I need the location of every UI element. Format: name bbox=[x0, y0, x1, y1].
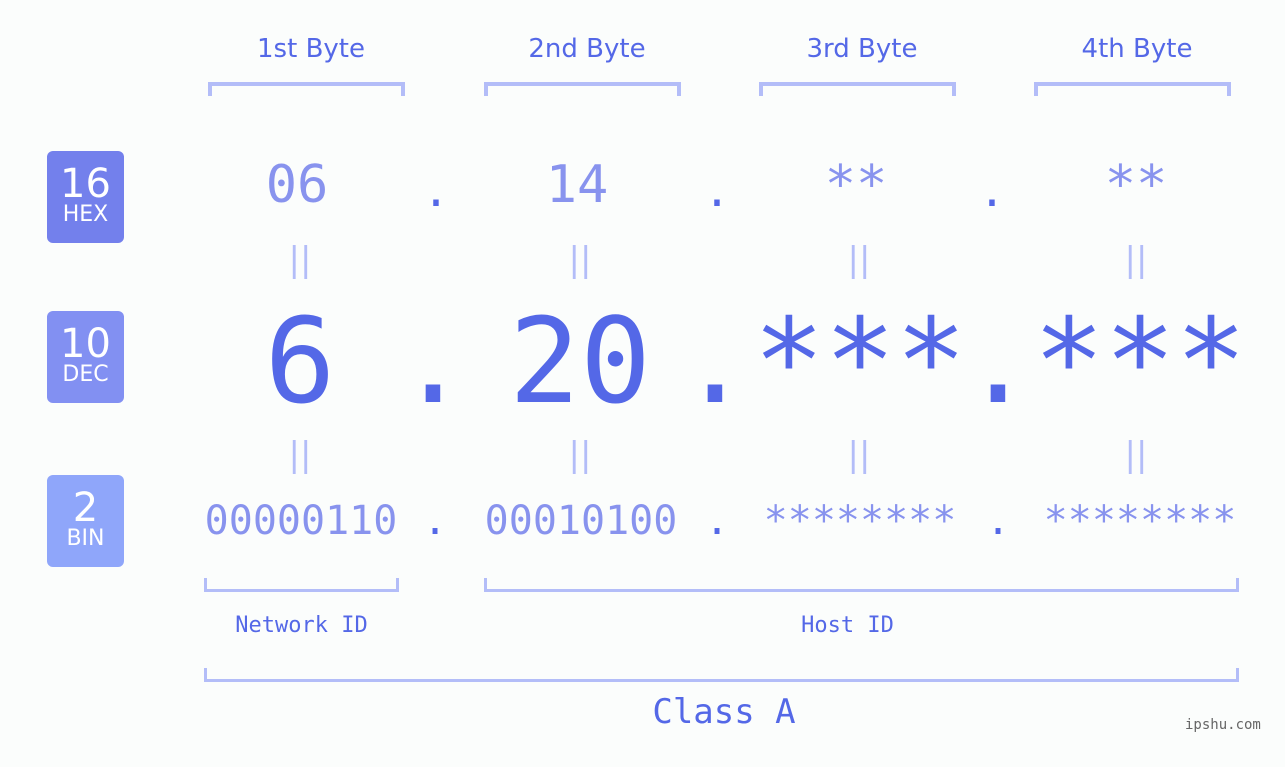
dec-separator-2: . bbox=[679, 292, 751, 430]
dec-byte-3: *** bbox=[753, 292, 967, 430]
bin-badge-number: 2 bbox=[72, 485, 99, 531]
bin-separator-3: . bbox=[985, 498, 1011, 544]
bin-byte-3: ******** bbox=[763, 498, 957, 544]
bin-separator-2: . bbox=[704, 498, 730, 544]
hex-badge-label: HEX bbox=[62, 202, 109, 227]
equals-hex-dec-1: || bbox=[288, 240, 312, 280]
dec-byte-1: 6 bbox=[264, 292, 336, 430]
hex-byte-1: 06 bbox=[265, 155, 329, 215]
host-id-bracket bbox=[484, 578, 1239, 592]
class-bracket bbox=[204, 668, 1239, 682]
dec-badge: 10 DEC bbox=[47, 311, 124, 403]
byte-bracket-2 bbox=[484, 82, 681, 96]
equals-hex-dec-4: || bbox=[1124, 240, 1148, 280]
hex-badge: 16 HEX bbox=[47, 151, 124, 243]
byte-label-3: 3rd Byte bbox=[806, 34, 918, 64]
byte-label-2: 2nd Byte bbox=[528, 34, 646, 64]
bin-badge: 2 BIN bbox=[47, 475, 124, 567]
hex-separator-1: . bbox=[422, 166, 450, 217]
byte-label-4: 4th Byte bbox=[1081, 34, 1193, 64]
dec-byte-2: 20 bbox=[508, 292, 652, 430]
hex-byte-2: 14 bbox=[545, 155, 609, 215]
equals-dec-bin-1: || bbox=[288, 435, 312, 475]
dec-byte-4: *** bbox=[1033, 292, 1247, 430]
dec-separator-1: . bbox=[397, 292, 469, 430]
bin-byte-2: 00010100 bbox=[484, 498, 678, 544]
bin-byte-4: ******** bbox=[1043, 498, 1237, 544]
network-id-bracket bbox=[204, 578, 399, 592]
hex-badge-number: 16 bbox=[60, 161, 111, 207]
hex-byte-3: ** bbox=[824, 155, 888, 215]
hex-separator-2: . bbox=[703, 166, 731, 217]
bin-badge-label: BIN bbox=[66, 526, 105, 551]
equals-dec-bin-3: || bbox=[847, 435, 871, 475]
host-id-label: Host ID bbox=[801, 613, 894, 638]
byte-label-1: 1st Byte bbox=[257, 34, 365, 64]
equals-hex-dec-2: || bbox=[568, 240, 592, 280]
dec-badge-number: 10 bbox=[60, 321, 111, 367]
equals-dec-bin-2: || bbox=[568, 435, 592, 475]
byte-bracket-4 bbox=[1034, 82, 1231, 96]
dec-separator-3: . bbox=[962, 292, 1034, 430]
bin-separator-1: . bbox=[422, 498, 448, 544]
bin-byte-1: 00000110 bbox=[204, 498, 398, 544]
byte-bracket-1 bbox=[208, 82, 405, 96]
watermark: ipshu.com bbox=[1185, 717, 1261, 733]
equals-dec-bin-4: || bbox=[1124, 435, 1148, 475]
hex-byte-4: ** bbox=[1104, 155, 1168, 215]
hex-separator-3: . bbox=[978, 166, 1006, 217]
network-id-label: Network ID bbox=[235, 613, 368, 638]
equals-hex-dec-3: || bbox=[847, 240, 871, 280]
dec-badge-label: DEC bbox=[62, 362, 109, 387]
class-label: Class A bbox=[652, 692, 796, 732]
byte-bracket-3 bbox=[759, 82, 956, 96]
